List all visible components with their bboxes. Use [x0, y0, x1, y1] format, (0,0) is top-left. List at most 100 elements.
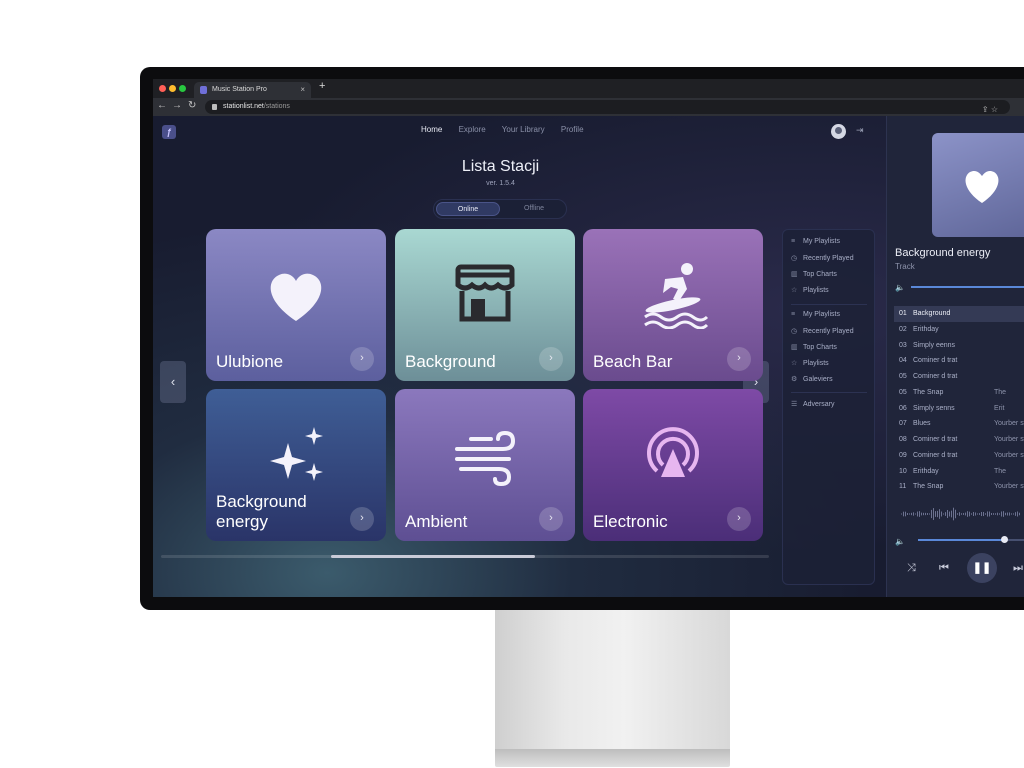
tab-close-icon[interactable]: × — [300, 82, 305, 98]
shuffle-icon[interactable]: ⤨ — [907, 562, 916, 575]
station-card-ulubione[interactable]: Ulubione › — [206, 229, 386, 381]
waveform-bar — [955, 509, 956, 519]
back-icon[interactable]: ← — [157, 100, 167, 111]
track-row[interactable]: 02 Erithday — [894, 322, 1024, 338]
volume-icon[interactable]: 🔈 — [895, 283, 905, 292]
volume-icon[interactable]: 🔈 — [895, 537, 905, 546]
avatar[interactable] — [831, 124, 846, 139]
track-title: Cominer d trat — [913, 451, 958, 459]
card-label: Background energy — [216, 492, 307, 531]
station-card-beach-bar[interactable]: Beach Bar › — [583, 229, 763, 381]
previous-icon[interactable]: ⏮ — [939, 562, 949, 575]
track-row[interactable]: 11 The Snap Yourber sw — [894, 479, 1024, 495]
forward-icon[interactable]: → — [172, 100, 182, 111]
new-tab-button[interactable]: + — [319, 80, 325, 92]
nav-your-library[interactable]: Your Library — [502, 125, 545, 134]
track-row[interactable]: 06 Simply senns Erit — [894, 401, 1024, 417]
waveform-bar — [949, 511, 950, 517]
station-card-ambient[interactable]: Ambient › — [395, 389, 575, 541]
nav-home[interactable]: Home — [421, 125, 442, 134]
card-open-button[interactable]: › — [727, 507, 751, 531]
card-open-button[interactable]: › — [350, 507, 374, 531]
card-open-button[interactable]: › — [727, 347, 751, 371]
waveform-bar — [927, 513, 928, 515]
url-field[interactable]: stationlist.net/stations ⇪ ☆ — [205, 100, 1010, 114]
side-menu-item[interactable]: ☆ Playlists — [791, 359, 829, 367]
waveform-bar — [1013, 513, 1014, 515]
chart-icon: ▥ — [791, 344, 798, 351]
card-label: Beach Bar — [593, 352, 673, 371]
window-close-dot[interactable] — [159, 85, 166, 92]
screen: Music Station Pro × + ← → ↻ stationlist.… — [153, 79, 1024, 597]
side-menu-label: Top Charts — [803, 271, 837, 278]
logout-icon[interactable]: ⇥ — [856, 125, 864, 136]
waveform-bar — [987, 511, 988, 517]
track-number: 10 — [899, 467, 907, 475]
side-menu-item[interactable]: ▥ Top Charts — [791, 343, 837, 351]
track-title: The Snap — [913, 483, 944, 491]
waveform-bar — [933, 508, 934, 520]
station-card-background-energy[interactable]: Background energy › — [206, 389, 386, 541]
track-row[interactable]: 10 Erithday The — [894, 464, 1024, 480]
favicon-icon — [200, 86, 207, 94]
waveform-bar — [953, 507, 954, 521]
waveform-bar — [989, 511, 990, 517]
track-title: The Snap — [913, 388, 944, 396]
next-icon[interactable]: ⏭ — [1013, 562, 1023, 575]
waveform-bar — [909, 513, 910, 515]
url-actions-icon[interactable]: ⇪ ☆ — [982, 103, 998, 117]
progress-knob[interactable] — [1001, 536, 1008, 543]
nav-explore[interactable]: Explore — [459, 125, 486, 134]
history-icon: ◷ — [791, 255, 798, 262]
side-menu-item[interactable]: ◷ Recently Played — [791, 254, 854, 262]
waveform-bar — [991, 513, 992, 515]
window-maximize-dot[interactable] — [179, 85, 186, 92]
carousel-prev-button[interactable]: ‹ — [160, 361, 186, 403]
side-menu-item[interactable]: ≡ My Playlists — [791, 238, 840, 245]
segment-offline[interactable]: Offline — [504, 202, 564, 216]
top-nav: Home Explore Your Library Profile — [421, 125, 598, 134]
track-row[interactable]: 07 Blues Yourber sw — [894, 416, 1024, 432]
side-menu-item[interactable]: ☆ Playlists — [791, 286, 829, 294]
carousel-scrollbar[interactable] — [161, 555, 769, 558]
browser-tab[interactable]: Music Station Pro × — [194, 82, 311, 98]
side-menu-item[interactable]: ▥ Top Charts — [791, 270, 837, 278]
reload-icon[interactable]: ↻ — [188, 100, 196, 111]
track-row[interactable]: 03 Simply eenns — [894, 338, 1024, 354]
track-row[interactable]: 05 Cominer d trat — [894, 369, 1024, 385]
track-row[interactable]: 01 Background — [894, 306, 1024, 322]
surfer-icon — [644, 263, 709, 329]
track-row[interactable]: 04 Cominer d trat — [894, 353, 1024, 369]
track-title: Cominer d trat — [913, 357, 958, 365]
side-menu-item[interactable]: ≡ My Playlists — [791, 311, 840, 318]
carousel-scroll-thumb[interactable] — [331, 555, 535, 558]
address-bar-row: ← → ↻ stationlist.net/stations ⇪ ☆ — [153, 98, 1024, 116]
play-pause-button[interactable]: ❚❚ — [967, 553, 997, 583]
track-row[interactable]: 05 The Snap The — [894, 385, 1024, 401]
side-menu-item[interactable]: ◷ Recently Played — [791, 327, 854, 335]
track-list: 01 Background 02 Erithday 03 Simply eenns 04 Co… — [894, 306, 1024, 501]
segment-online[interactable]: Online — [436, 202, 500, 216]
progress-bar[interactable] — [918, 539, 1004, 541]
side-menu-item[interactable]: ☰ Adversary — [791, 400, 835, 408]
track-row[interactable]: 09 Cominer d trat Yourber sw — [894, 448, 1024, 464]
waveform-bar — [943, 513, 944, 515]
card-open-button[interactable]: › — [539, 507, 563, 531]
url-host: stationlist.net — [223, 103, 264, 110]
track-row[interactable]: 08 Cominer d trat Yourber sw — [894, 432, 1024, 448]
waveform-bar — [1001, 511, 1002, 517]
card-open-button[interactable]: › — [539, 347, 563, 371]
side-menu-item[interactable]: ⚙ Galeviers — [791, 375, 833, 383]
window-minimize-dot[interactable] — [169, 85, 176, 92]
waveform-bar — [951, 510, 952, 518]
waveform-bar — [1011, 513, 1012, 515]
station-card-electronic[interactable]: Electronic › — [583, 389, 763, 541]
app-logo[interactable]: ƒ — [162, 125, 176, 139]
station-card-background[interactable]: Background › — [395, 229, 575, 381]
track-number: 03 — [899, 341, 907, 349]
nav-profile[interactable]: Profile — [561, 125, 584, 134]
now-playing-title: Background energy — [895, 247, 991, 259]
playlist-icon: ≡ — [791, 311, 796, 318]
card-open-button[interactable]: › — [350, 347, 374, 371]
volume-slider[interactable] — [911, 286, 1024, 288]
